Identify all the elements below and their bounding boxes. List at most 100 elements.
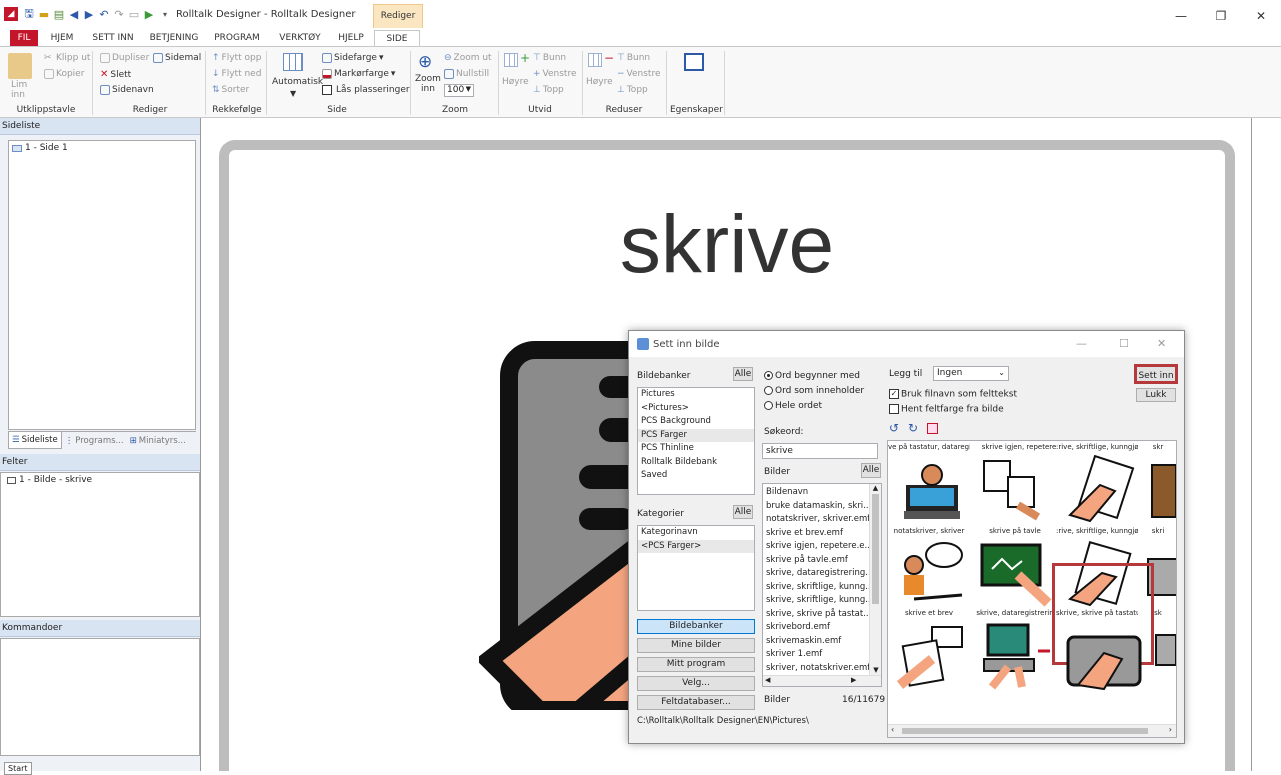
dialog-maximize-button[interactable]: ☐ [1119, 337, 1129, 350]
delete-button[interactable]: ✕ Slett [100, 69, 131, 80]
reset-zoom-button[interactable]: Nullstill [444, 69, 489, 79]
scroll-right-icon[interactable]: ▶ [851, 676, 856, 684]
list-item[interactable]: Kategorinavn [638, 526, 754, 540]
reduce-grid-icon[interactable] [588, 53, 602, 67]
open-folder-icon[interactable]: ▬ [37, 7, 51, 21]
expand-bottom-button[interactable]: ⊤ Bunn [533, 53, 566, 63]
grid-icon[interactable] [283, 53, 303, 71]
tab-verktoy[interactable]: VERKTØY [272, 30, 328, 46]
redo-icon[interactable]: ↷ [112, 7, 126, 21]
forward-icon[interactable]: ▶ [82, 7, 96, 21]
tab-miniatyr[interactable]: ⊞ Miniatyrs... [127, 432, 189, 449]
list-item[interactable]: Saved [638, 469, 754, 483]
tab-side[interactable]: SIDE [374, 30, 420, 47]
move-up-button[interactable]: ↑ Flytt opp [212, 53, 261, 63]
tab-sideliste[interactable]: ☰ Sideliste [8, 432, 62, 449]
image-bruke-datamaskin[interactable] [978, 621, 1058, 691]
page-item[interactable]: 1 - Side 1 [9, 141, 195, 155]
mitt-program-button[interactable]: Mitt program [637, 657, 755, 672]
auto-dropdown-icon[interactable]: ▼ [290, 89, 296, 98]
close-dialog-button[interactable]: Lukk [1136, 388, 1176, 402]
banks-list[interactable]: Pictures <Pictures> PCS Background PCS F… [637, 387, 755, 495]
list-item[interactable]: skrive et brev.emf [763, 527, 881, 541]
radio-contains[interactable]: Ord som inneholder [764, 386, 864, 396]
duplicate-button[interactable]: Dupliser [100, 53, 149, 63]
image-skriver[interactable] [1142, 621, 1177, 691]
print-icon[interactable]: ▤ [52, 7, 66, 21]
image-notatskriver[interactable] [892, 455, 972, 525]
tab-program[interactable]: PROGRAM [208, 30, 266, 46]
zoom-select[interactable]: 100 ▼ [444, 84, 474, 97]
tab-sett-inn[interactable]: SETT INN [88, 30, 138, 46]
radio-begins[interactable]: Ord begynner med [764, 371, 860, 381]
images-hscrollbar[interactable]: ◀ ▶ [763, 675, 881, 686]
scroll-up-icon[interactable]: ▲ [870, 484, 881, 492]
template-button[interactable]: Sidemal [153, 53, 201, 63]
close-button[interactable]: ✕ [1241, 4, 1281, 28]
list-item[interactable]: skrive, dataregistrering... [763, 567, 881, 581]
tab-betjening[interactable]: BETJENING [145, 30, 203, 46]
list-item[interactable]: skrivebord.emf [763, 621, 881, 635]
rotate-left-icon[interactable]: ↺ [889, 421, 899, 435]
use-filename-checkbox[interactable]: ✓ Bruk filnavn som felttekst [889, 389, 1017, 400]
list-item-selected[interactable]: PCS Farger [638, 428, 754, 442]
tab-fil[interactable]: FIL [10, 30, 38, 46]
auto-button[interactable]: Automatisk [272, 77, 323, 87]
minimize-button[interactable]: — [1161, 4, 1201, 28]
rotate-right-icon[interactable]: ↻ [908, 421, 918, 435]
image-dataregistrering[interactable] [978, 539, 1058, 609]
start-button[interactable]: Start [4, 762, 32, 775]
bildebanker-button[interactable]: Bildebanker [637, 619, 755, 634]
categories-list[interactable]: Kategorinavn <PCS Farger> [637, 525, 755, 611]
images-list[interactable]: Bildenavn bruke datamaskin, skri... notats… [762, 483, 882, 687]
list-item[interactable]: skrive på tavle.emf [763, 554, 881, 568]
zoom-in-icon[interactable]: ⊕ [418, 52, 432, 72]
list-item[interactable]: Pictures [638, 388, 754, 402]
expand-top-button[interactable]: ⊥ Topp [533, 85, 564, 95]
expand-left-button[interactable]: + Venstre [533, 69, 577, 79]
move-down-button[interactable]: ↓ Flytt ned [212, 69, 261, 79]
scroll-down-icon[interactable]: ▼ [870, 666, 881, 674]
save-icon[interactable]: 🖫 [22, 7, 36, 21]
list-item[interactable]: PCS Thinline [638, 442, 754, 456]
tab-programs[interactable]: ⋮ Programs... [62, 432, 127, 449]
image-settings-icon[interactable] [927, 423, 938, 434]
scroll-left-icon[interactable]: ◀ [763, 676, 770, 684]
maximize-button[interactable]: ❐ [1201, 4, 1241, 28]
properties-button[interactable]: Egenskaper [670, 105, 723, 115]
reduce-top-button[interactable]: ⊥ Topp [617, 85, 648, 95]
list-item[interactable]: Rolltalk Bildebank [638, 456, 754, 470]
list-item[interactable]: skrive igjen, repetere.e... [763, 540, 881, 554]
scroll-right-icon[interactable]: › [1169, 725, 1172, 734]
mine-bilder-button[interactable]: Mine bilder [637, 638, 755, 653]
feltdatabaser-button[interactable]: Feltdatabaser... [637, 695, 755, 710]
reduce-bottom-button[interactable]: ⊤ Bunn [617, 53, 650, 63]
dialog-close-button[interactable]: ✕ [1157, 337, 1166, 350]
list-item[interactable]: notatskriver, skriver.emf [763, 513, 881, 527]
grid-hscrollbar[interactable]: ‹ › [888, 724, 1176, 737]
image-skrive-et-brev[interactable] [892, 539, 972, 609]
context-tab-rediger[interactable]: Rediger [373, 4, 423, 28]
back-icon[interactable]: ◀ [67, 7, 81, 21]
pagecolor-button[interactable]: Sidefarge ▾ [322, 53, 383, 63]
pagename-button[interactable]: Sidenavn [100, 85, 154, 95]
image-grid[interactable]: ve på tastatur, dataregist skrive igjen,… [887, 440, 1177, 738]
add-select[interactable]: Ingen ⌄ [933, 366, 1009, 381]
image-skriver-1[interactable] [892, 621, 972, 691]
list-item[interactable]: skrive, skriftlige, kunng... [763, 581, 881, 595]
list-item[interactable]: skrive, skrive på tastat... [763, 608, 881, 622]
expand-grid-icon[interactable] [504, 53, 518, 67]
copy-button[interactable]: Kopier [44, 69, 84, 79]
zoom-out-button[interactable]: ⊖ Zoom ut [444, 53, 492, 63]
list-item[interactable]: PCS Background [638, 415, 754, 429]
cut-button[interactable]: ✂ Klipp ut [44, 53, 90, 63]
zoom-in-button[interactable]: Zoom inn [415, 74, 441, 94]
tab-hjem[interactable]: HJEM [42, 30, 82, 46]
run-icon[interactable]: ▶ [142, 7, 156, 21]
banks-all-button[interactable]: Alle [733, 367, 753, 381]
list-item[interactable]: skrivemaskin.emf [763, 635, 881, 649]
sort-button[interactable]: ⇅ Sorter [212, 85, 249, 95]
search-input[interactable]: skrive [762, 443, 878, 459]
customize-qat-icon[interactable]: ▾ [158, 7, 172, 21]
list-item[interactable]: skriver, notatskriver.emf [763, 662, 881, 676]
